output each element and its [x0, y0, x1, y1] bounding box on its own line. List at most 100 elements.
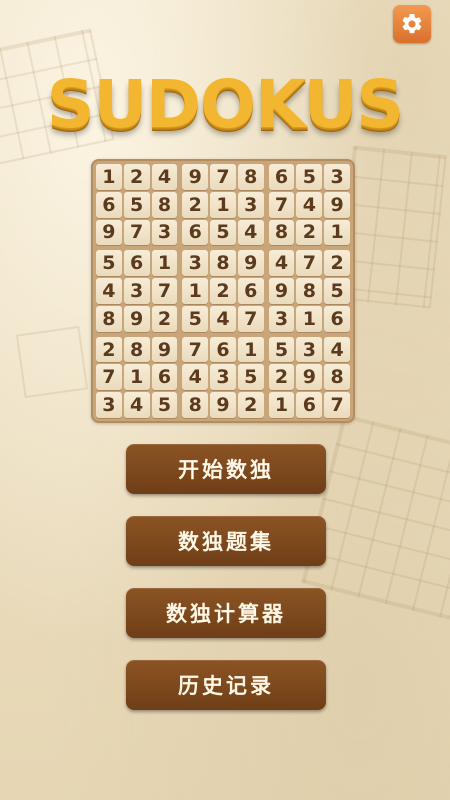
sudoku-solver-label: 数独计算器 — [166, 602, 286, 626]
sudoku-cell: 1 — [96, 164, 122, 190]
sudoku-cell: 4 — [210, 305, 236, 332]
sudoku-cell: 4 — [151, 164, 178, 190]
puzzle-collection-label: 数独题集 — [178, 530, 274, 554]
sudoku-cell: 2 — [210, 278, 236, 304]
sudoku-box: 978 213 654 — [182, 164, 264, 246]
sudoku-cell: 8 — [151, 191, 178, 218]
sudoku-cell: 5 — [182, 305, 209, 332]
sudoku-cell: 3 — [96, 392, 122, 418]
sudoku-cell: 5 — [210, 219, 236, 246]
sudoku-cell: 3 — [151, 219, 178, 246]
sudoku-cell: 2 — [182, 191, 209, 218]
sudoku-cell: 5 — [324, 278, 350, 304]
sudoku-cell: 1 — [182, 278, 209, 304]
history-button[interactable]: 历史记录 — [126, 660, 326, 710]
sudoku-cell: 1 — [237, 336, 264, 363]
sudoku-cell: 4 — [237, 219, 264, 246]
background-square-decoration — [15, 325, 89, 399]
sudoku-solver-button[interactable]: 数独计算器 — [126, 588, 326, 638]
sudoku-cell: 8 — [324, 364, 350, 391]
sudoku-cell: 6 — [268, 164, 295, 190]
sudoku-cell: 9 — [296, 364, 323, 391]
sudoku-cell: 7 — [96, 364, 122, 391]
app-title: SUDOKUS — [46, 66, 404, 143]
sudoku-cell: 5 — [123, 191, 150, 218]
sudoku-cell: 3 — [296, 336, 323, 363]
sudoku-cell: 4 — [96, 278, 122, 304]
sudoku-cell: 6 — [123, 250, 150, 277]
sudoku-box: 761 435 892 — [182, 336, 264, 418]
sudoku-cell: 5 — [96, 250, 122, 277]
sudoku-cell: 8 — [296, 278, 323, 304]
sudoku-cell: 9 — [151, 336, 178, 363]
sudoku-cell: 9 — [210, 392, 236, 418]
sudoku-box: 124 658 973 — [96, 164, 178, 246]
sudoku-cell: 5 — [151, 392, 178, 418]
sudoku-cell: 4 — [182, 364, 209, 391]
sudoku-cell: 1 — [296, 305, 323, 332]
sudoku-cell: 6 — [296, 392, 323, 418]
sudoku-cell: 4 — [123, 392, 150, 418]
sudoku-cell: 6 — [237, 278, 264, 304]
sudoku-cell: 2 — [237, 392, 264, 418]
sudoku-cell: 8 — [123, 336, 150, 363]
sudoku-box: 389 126 547 — [182, 250, 264, 332]
puzzle-collection-button[interactable]: 数独题集 — [126, 516, 326, 566]
sudoku-cell: 3 — [182, 250, 209, 277]
sudoku-cell: 3 — [210, 364, 236, 391]
sudoku-cell: 1 — [123, 364, 150, 391]
sudoku-cell: 7 — [210, 164, 236, 190]
sudoku-cell: 2 — [268, 364, 295, 391]
sudoku-box: 653 749 821 — [268, 164, 350, 246]
sudoku-box: 561 437 892 — [96, 250, 178, 332]
start-sudoku-label: 开始数独 — [178, 458, 274, 482]
sudoku-cell: 2 — [324, 250, 350, 277]
sudoku-cell: 9 — [123, 305, 150, 332]
sudoku-box: 289 716 345 — [96, 336, 178, 418]
sudoku-cell: 9 — [268, 278, 295, 304]
sudoku-cell: 3 — [268, 305, 295, 332]
sudoku-cell: 7 — [182, 336, 209, 363]
sudoku-cell: 7 — [268, 191, 295, 218]
sudoku-box: 534 298 167 — [268, 336, 350, 418]
sudoku-cell: 2 — [123, 164, 150, 190]
sudoku-cell: 1 — [210, 191, 236, 218]
sudoku-cell: 9 — [182, 164, 209, 190]
sudoku-cell: 3 — [123, 278, 150, 304]
settings-button[interactable] — [393, 5, 431, 43]
sudoku-cell: 3 — [237, 191, 264, 218]
sudoku-cell: 9 — [324, 191, 350, 218]
sudoku-cell: 9 — [96, 219, 122, 246]
sudoku-cell: 7 — [123, 219, 150, 246]
sudoku-cell: 6 — [324, 305, 350, 332]
sudoku-cell: 8 — [96, 305, 122, 332]
sudoku-cell: 1 — [151, 250, 178, 277]
history-label: 历史记录 — [178, 674, 274, 698]
sudoku-cell: 7 — [237, 305, 264, 332]
sudoku-cell: 6 — [182, 219, 209, 246]
sudoku-cell: 8 — [210, 250, 236, 277]
sudoku-cell: 5 — [268, 336, 295, 363]
sudoku-cell: 4 — [268, 250, 295, 277]
sudoku-cell: 1 — [324, 219, 350, 246]
sudoku-cell: 2 — [96, 336, 122, 363]
sudoku-cell: 7 — [296, 250, 323, 277]
sudoku-cell: 1 — [268, 392, 295, 418]
sudoku-cell: 2 — [151, 305, 178, 332]
sudoku-cell: 3 — [324, 164, 350, 190]
sudoku-cell: 4 — [296, 191, 323, 218]
sudoku-cell: 5 — [296, 164, 323, 190]
sudoku-cell: 6 — [96, 191, 122, 218]
sudoku-cell: 8 — [182, 392, 209, 418]
sudoku-cell: 6 — [210, 336, 236, 363]
sudoku-cell: 6 — [151, 364, 178, 391]
sudoku-cell: 8 — [237, 164, 264, 190]
sudoku-cell: 2 — [296, 219, 323, 246]
background-grid-decoration — [301, 413, 450, 621]
sudoku-cell: 5 — [237, 364, 264, 391]
sudoku-cell: 9 — [237, 250, 264, 277]
gear-icon — [402, 13, 422, 34]
sudoku-box: 472 985 316 — [268, 250, 350, 332]
start-sudoku-button[interactable]: 开始数独 — [126, 444, 326, 494]
sudoku-cell: 4 — [324, 336, 350, 363]
